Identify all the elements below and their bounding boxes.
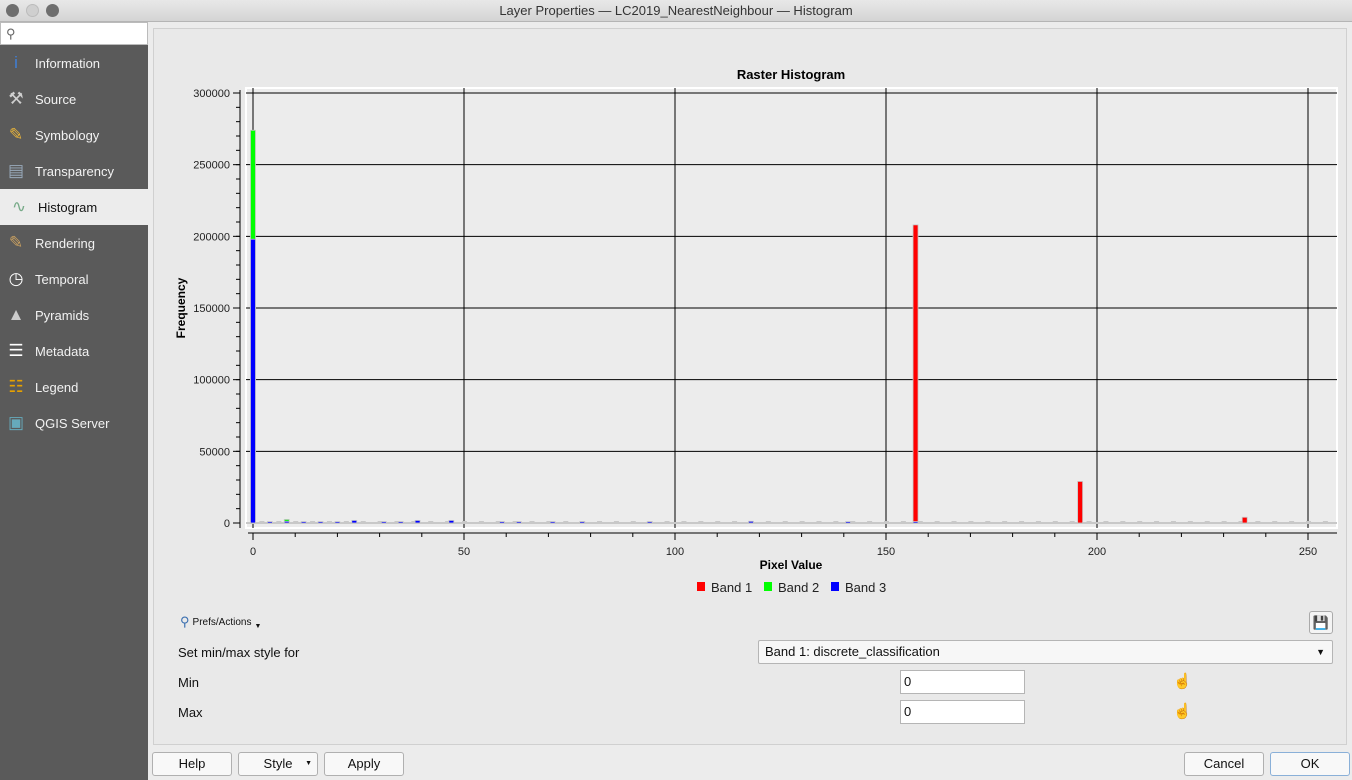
band-select[interactable]: Band 1: discrete_classification ▼ — [758, 640, 1333, 664]
bar-band-3 — [448, 520, 455, 524]
bar-band-3 — [579, 521, 586, 524]
dropdown-arrow-icon: ▼ — [254, 622, 262, 630]
minmax-style-label: Set min/max style for — [178, 645, 300, 660]
bar-band-3 — [414, 520, 421, 524]
x-axis-label: Pixel Value — [760, 558, 823, 572]
y-tick-label: 50000 — [199, 446, 230, 458]
x-tick-label: 50 — [458, 546, 470, 558]
bar-band-3 — [266, 521, 273, 524]
x-tick-label: 0 — [250, 546, 256, 558]
histogram-chart: Raster Histogram 0 50000 100000 150000 200000… — [174, 67, 1338, 595]
legend-swatch — [697, 582, 705, 591]
bar-band-3 — [549, 521, 556, 524]
bar-band-3 — [499, 521, 505, 524]
bar-band-3 — [317, 521, 324, 524]
bar-band-1 — [912, 224, 919, 524]
prefs-actions-button[interactable]: ⚲ Prefs/Actions ▼ — [180, 614, 261, 630]
y-tick-label: 200000 — [193, 231, 230, 243]
x-tick-label: 150 — [877, 546, 895, 558]
legend-swatch — [764, 582, 772, 591]
save-histogram-button[interactable]: 💾 — [1309, 611, 1333, 634]
y-tick-label: 150000 — [193, 303, 230, 315]
dropdown-arrow-icon: ▼ — [305, 760, 312, 767]
bar-band-1 — [1241, 516, 1248, 524]
y-tick-label: 100000 — [193, 375, 230, 387]
y-tick-label: 0 — [224, 518, 230, 530]
bar-band-3 — [912, 521, 919, 524]
pick-max-hand-icon[interactable]: ☝ — [1173, 702, 1192, 720]
bar-band-3 — [300, 521, 307, 524]
max-label: Max — [178, 705, 203, 720]
style-button[interactable]: Style ▼ — [238, 752, 318, 776]
chart-title: Raster Histogram — [737, 67, 845, 82]
bar-band-3 — [845, 521, 851, 524]
bar-band-3 — [380, 521, 387, 524]
bar-band-3 — [646, 521, 653, 524]
min-label: Min — [178, 675, 199, 690]
band-select-value: Band 1: discrete_classification — [765, 644, 940, 659]
x-tick-label: 250 — [1299, 546, 1317, 558]
help-button[interactable]: Help — [152, 752, 232, 776]
legend-entry: Band 2 — [778, 580, 819, 595]
style-label: Style — [263, 756, 293, 771]
bar-band-1 — [1077, 481, 1084, 524]
cancel-button[interactable]: Cancel — [1184, 752, 1264, 776]
bar-band-3 — [515, 521, 522, 524]
save-icon: 💾 — [1312, 614, 1330, 630]
x-tick-label: 100 — [666, 546, 684, 558]
legend-entry: Band 1 — [711, 580, 752, 595]
max-input[interactable]: 0 — [900, 700, 1025, 724]
magnifier-icon: ⚲ — [180, 614, 190, 629]
prefs-actions-label: Prefs/Actions — [192, 616, 252, 628]
bar-band-3 — [351, 520, 358, 524]
bar-band-3 — [334, 521, 341, 524]
bar-band-3 — [283, 520, 290, 524]
y-axis-label: Frequency — [174, 277, 188, 338]
y-tick-label: 300000 — [193, 88, 230, 100]
chevron-down-icon: ▼ — [1316, 647, 1325, 657]
x-tick-label: 200 — [1088, 546, 1106, 558]
y-tick-label: 250000 — [193, 160, 230, 172]
pick-min-hand-icon[interactable]: ☝ — [1173, 672, 1192, 690]
legend-swatch — [831, 582, 839, 591]
bar-band-3 — [748, 520, 754, 524]
bar-band-3 — [250, 238, 256, 524]
apply-button[interactable]: Apply — [324, 752, 404, 776]
min-input[interactable]: 0 — [900, 670, 1025, 694]
ok-button[interactable]: OK — [1270, 752, 1350, 776]
bar-band-3 — [397, 521, 404, 524]
legend-entry: Band 3 — [845, 580, 886, 595]
